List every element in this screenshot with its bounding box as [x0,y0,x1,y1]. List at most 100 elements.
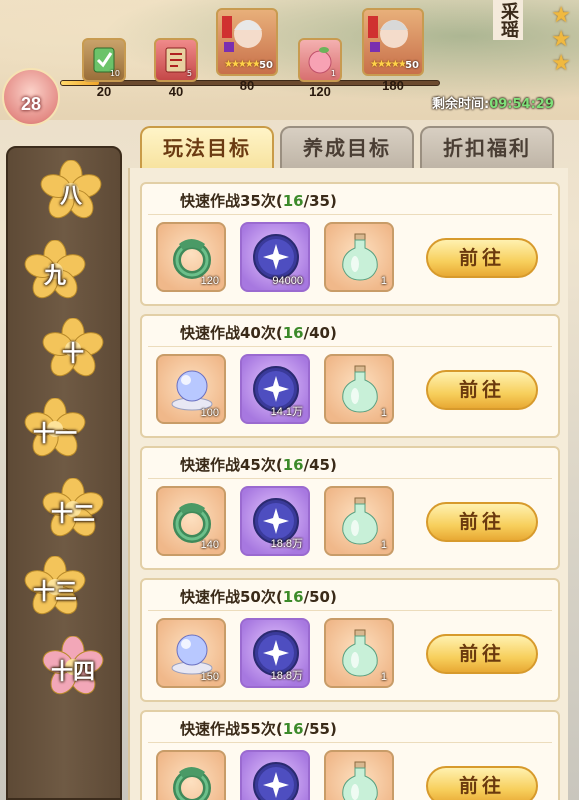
task-progress: 16 [282,588,304,606]
chapter-item-12[interactable]: 十二 [42,478,104,540]
reward-item[interactable]: 140 [156,486,226,556]
star-orb-icon [253,762,299,800]
go-button[interactable]: 前往 [426,238,538,278]
task-list[interactable]: 快速作战35次(16/35) 120 94000 1 前往 快速作战40次(16/40) 1… [128,168,568,800]
task-title-text: 快速作战35次 [180,192,276,210]
milestone-points: 80 [239,78,255,93]
level-badge[interactable]: 28 [2,68,60,126]
task-progress: 16 [282,324,304,342]
task-title: 快速作战55次(16/55) [180,720,337,738]
task-target: 40 [309,324,330,342]
task-title-text: 快速作战45次 [180,456,276,474]
milestone-reward-40[interactable]: 5 40 [154,38,198,99]
chapter-label: 九 [43,263,66,289]
hero-portrait-icon [368,16,408,52]
reward-item[interactable]: 1 [324,222,394,292]
reward-count: 1 [380,275,387,287]
divider [148,214,552,215]
reward-item[interactable] [240,750,310,800]
task-card: 快速作战50次(16/50) 150 18.8万 1 前往 [140,578,560,702]
reward-item[interactable]: 100 [156,354,226,424]
tab-discount-benefits[interactable]: 折扣福利 [420,126,554,168]
reward-item[interactable] [156,750,226,800]
tab-growth-goals[interactable]: 养成目标 [280,126,414,168]
milestone-reward-20[interactable]: 10 20 [82,38,126,99]
reward-count: 100 [200,407,219,419]
reward-item[interactable]: 18.8万 [240,618,310,688]
task-progress: 16 [282,456,304,474]
star-rating-icon: ★★★★★ [370,59,407,70]
task-progress: 16 [282,192,304,210]
reward-count: 18.8万 [270,670,303,682]
reward-count: 18.8万 [270,538,303,550]
task-title-text: 快速作战40次 [180,324,276,342]
timer-label: 剩余时间: [432,97,490,112]
task-card: 快速作战40次(16/40) 100 14.1万 1 前往 [140,314,560,438]
task-card: 快速作战45次(16/45) 140 18.8万 1 前往 [140,446,560,570]
task-target: 55 [309,720,330,738]
task-card: 快速作战35次(16/35) 120 94000 1 前往 [140,182,560,306]
potion-bottle-icon [342,365,378,413]
chapter-label: 十三 [32,579,77,605]
milestone-reward-120[interactable]: 1 120 [298,38,342,99]
jade-dragon-icon [173,767,211,800]
star-rating-icon: ★★★★★ [224,59,261,70]
milestone-points: 40 [168,84,184,99]
reward-item[interactable]: 1 [324,618,394,688]
task-target: 50 [309,588,330,606]
milestone-points: 120 [309,84,331,99]
divider [148,742,552,743]
go-button[interactable]: 前往 [426,634,538,674]
character-name: 采瑶 [493,0,523,40]
task-title: 快速作战40次(16/40) [180,324,337,342]
potion-bottle-icon [342,233,378,281]
reward-count: 150 [200,671,219,683]
reward-item[interactable]: 1 [324,354,394,424]
chapter-item-8[interactable]: 八 [40,160,102,222]
chapter-label: 八 [59,183,82,209]
task-progress: 16 [282,720,304,738]
level-value: 28 [20,94,42,114]
potion-bottle-icon [342,629,378,677]
chapter-label: 十四 [50,659,95,685]
divider [148,346,552,347]
milestone-reward-80[interactable]: ★★★★★ 50 80 [216,8,278,93]
potion-bottle-icon [342,497,378,545]
chapter-item-14[interactable]: 十四 [42,636,104,698]
timer-value: 09:54:29 [489,97,554,112]
reward-item[interactable]: 120 [156,222,226,292]
task-target: 45 [309,456,330,474]
remaining-time: 剩余时间:09:54:29 [432,93,554,112]
reward-item[interactable]: 94000 [240,222,310,292]
reward-count: 120 [200,275,219,287]
chapter-label: 十二 [50,501,95,527]
star-rating-icon: ★ ★ ★ [551,3,571,76]
milestone-reward-180[interactable]: ★★★★★ 50 180 [362,8,424,93]
reward-item[interactable]: 14.1万 [240,354,310,424]
task-title: 快速作战35次(16/35) [180,192,337,210]
divider [148,610,552,611]
reward-item[interactable]: 18.8万 [240,486,310,556]
reward-item[interactable]: 150 [156,618,226,688]
chapter-item-10[interactable]: 十 [42,318,104,380]
go-button[interactable]: 前往 [426,370,538,410]
chapter-label: 十一 [32,421,77,447]
go-button[interactable]: 前往 [426,502,538,542]
task-target: 35 [309,192,330,210]
tab-gameplay-goals[interactable]: 玩法目标 [140,126,274,168]
chapter-item-11[interactable]: 十一 [24,398,86,460]
reward-item[interactable]: 1 [324,486,394,556]
reward-count: 140 [200,539,219,551]
reward-item[interactable] [324,750,394,800]
chapter-item-9[interactable]: 九 [24,240,86,302]
reward-count: 1 [380,407,387,419]
task-title-text: 快速作战55次 [180,720,276,738]
chapter-label: 十 [61,341,84,367]
milestone-points: 180 [382,78,404,93]
go-button[interactable]: 前往 [426,766,538,800]
chapter-item-13[interactable]: 十三 [24,556,86,618]
reward-count: 1 [380,539,387,551]
hero-portrait-icon [222,16,262,52]
task-title: 快速作战45次(16/45) [180,456,337,474]
reward-count: 94000 [272,275,303,287]
